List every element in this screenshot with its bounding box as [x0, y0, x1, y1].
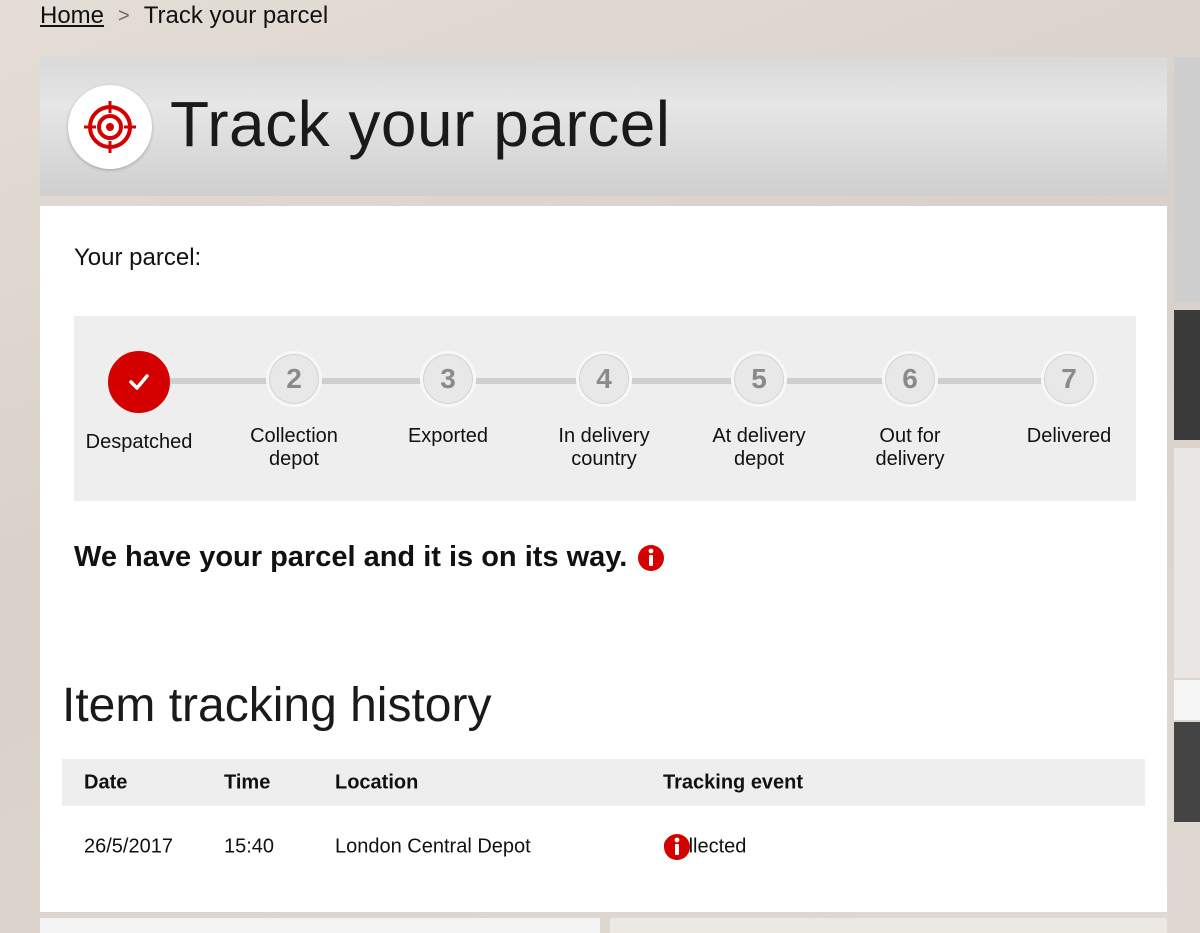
info-icon[interactable] [663, 833, 691, 861]
step-number: 6 [882, 351, 938, 407]
side-panel-dark-lower[interactable] [1174, 722, 1200, 822]
cell-time: 15:40 [224, 835, 275, 858]
step-in-delivery-country: 4 In delivery country [529, 351, 679, 471]
promo-card-left[interactable] [40, 918, 600, 933]
status-message-text: We have your parcel and it is on its way… [74, 541, 628, 573]
step-number: 2 [266, 351, 322, 407]
breadcrumb-home-link[interactable]: Home [40, 2, 104, 30]
progress-tracker: Despatched 2 Collection depot 3 Exported… [74, 316, 1136, 501]
cell-location: London Central Depot [335, 835, 531, 858]
checkmark-icon [108, 351, 170, 413]
promo-card-right[interactable] [610, 918, 1167, 933]
step-number: 5 [731, 351, 787, 407]
tracking-history-table: Date Time Location Tracking event 26/5/2… [62, 759, 1145, 888]
table-header: Date Time Location Tracking event [62, 759, 1145, 806]
side-panel-white [1174, 680, 1200, 720]
history-title: Item tracking history [62, 679, 492, 732]
step-despatched: Despatched [64, 351, 214, 454]
step-number: 3 [420, 351, 476, 407]
step-at-delivery-depot: 5 At delivery depot [684, 351, 834, 471]
step-out-for-delivery: 6 Out for delivery [835, 351, 985, 471]
step-number: 4 [576, 351, 632, 407]
page-header: Track your parcel [40, 57, 1167, 196]
step-label: Delivered [1026, 425, 1112, 447]
step-label: Despatched [85, 431, 193, 453]
cell-date: 26/5/2017 [84, 835, 173, 858]
breadcrumb: Home > Track your parcel [40, 0, 328, 32]
status-message: We have your parcel and it is on its way… [74, 541, 665, 574]
side-panel-dark[interactable] [1174, 310, 1200, 440]
step-label: Out for delivery [875, 425, 945, 470]
column-header-time: Time [224, 771, 271, 793]
step-exported: 3 Exported [373, 351, 523, 448]
step-number: 7 [1041, 351, 1097, 407]
step-delivered: 7 Delivered [994, 351, 1144, 448]
info-icon[interactable] [637, 544, 665, 572]
step-label: At delivery depot [712, 425, 806, 470]
breadcrumb-current: Track your parcel [143, 2, 329, 29]
step-label: In delivery country [558, 425, 650, 470]
tracking-panel: Your parcel: Despatched 2 Collection dep… [40, 206, 1167, 912]
page-title: Track your parcel [170, 88, 671, 160]
column-header-event: Tracking event [663, 771, 804, 793]
step-collection-depot: 2 Collection depot [219, 351, 369, 471]
side-panel-mid [1174, 448, 1200, 678]
breadcrumb-separator: > [118, 4, 130, 27]
target-icon [68, 85, 152, 169]
step-label: Exported [407, 425, 489, 447]
side-panel-top [1174, 57, 1200, 302]
column-header-location: Location [335, 771, 419, 793]
step-label: Collection depot [250, 425, 338, 470]
column-header-date: Date [84, 771, 128, 793]
your-parcel-label: Your parcel: [74, 244, 202, 271]
table-row: 26/5/2017 15:40 London Central Depot Col… [62, 806, 1145, 888]
